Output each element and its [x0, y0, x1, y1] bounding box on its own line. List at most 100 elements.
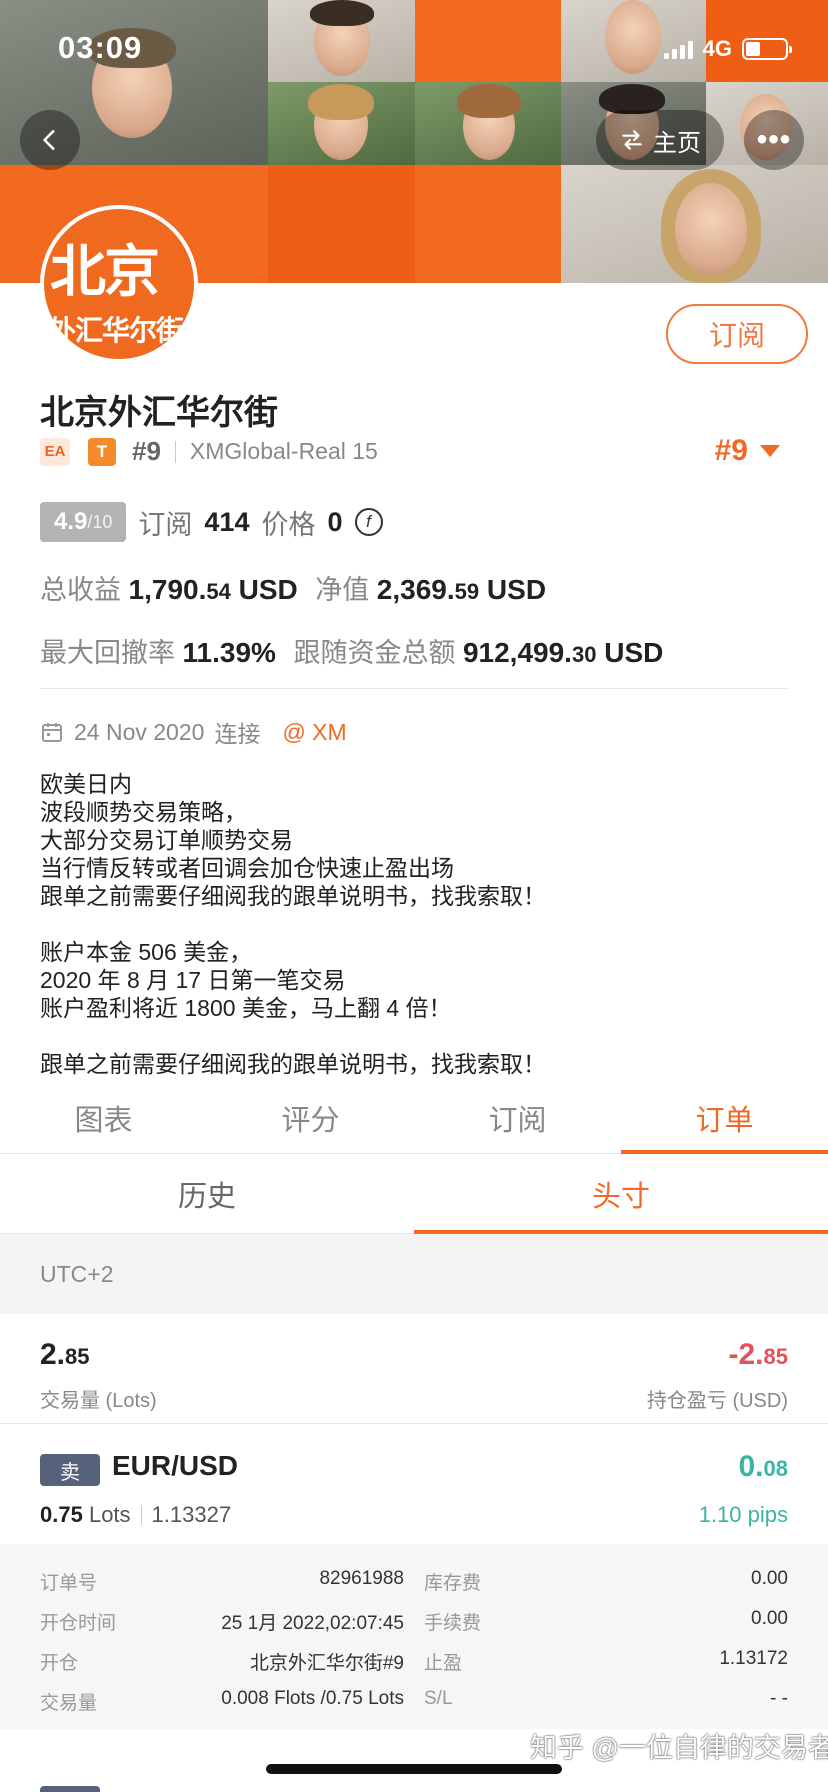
total-profit-label: 总收益 [40, 575, 121, 605]
detail-row: 开仓 北京外汇华尔街#9 止盈 1.13172 [40, 1640, 788, 1680]
description-line: 跟单之前需要仔细阅我的跟单说明书，找我索取！ [40, 1051, 546, 1077]
profile-name: 北京外汇华尔街 [40, 394, 278, 432]
description-line: 跟单之前需要仔细阅我的跟单说明书，找我索取！ [40, 883, 546, 909]
tab-positions[interactable]: 头寸 [414, 1154, 828, 1234]
divider [140, 1505, 142, 1525]
position-card[interactable]: 卖 EUR/USD 0.75 Lots 1.13327 0.08 1.10 pi… [0, 1424, 828, 1544]
total-profit-unit: USD [238, 574, 298, 605]
subscribe-count: 414 [204, 506, 250, 537]
equity-label: 净值 [315, 575, 370, 605]
rank-dropdown-label: #9 [714, 434, 748, 467]
total-volume-label: 交易量 (Lots) [40, 1390, 157, 1412]
detail-value: 北京外汇华尔街#9 [249, 1653, 404, 1674]
banner-photo [561, 165, 828, 283]
detail-value: 1.13172 [719, 1648, 788, 1669]
swap-icon [622, 130, 642, 150]
more-button[interactable]: ••• [744, 110, 804, 170]
follow-funds-decimal: 30 [571, 642, 597, 667]
avatar-text-large: 北京 [50, 240, 160, 303]
profit-row: 总收益 1,790.54 USD 净值 2,369.59 USD [40, 568, 556, 607]
rank-label: #9 [132, 436, 161, 466]
banner-photo [415, 82, 561, 165]
connection-date: 24 Nov 2020 [74, 718, 205, 745]
banner-photo [268, 82, 415, 165]
tab-chart[interactable]: 图表 [0, 1082, 207, 1153]
score-max: /10 [87, 511, 113, 532]
detail-key: 交易量 [40, 1693, 98, 1714]
drawdown-value: 11.39% [182, 637, 276, 668]
equity-value: 2,369.59 USD [377, 574, 546, 605]
detail-row: 交易量 0.008 Flots /0.75 Lots S/L - - [40, 1680, 788, 1720]
detail-key: 订单号 [40, 1573, 98, 1594]
detail-key: 开仓时间 [40, 1613, 117, 1634]
caret-down-icon [760, 445, 780, 457]
sell-badge: 卖 [40, 1454, 100, 1486]
rank-dropdown[interactable]: #9 [715, 434, 780, 468]
tab-history[interactable]: 历史 [0, 1154, 414, 1233]
score-value: 4.9 [54, 508, 88, 535]
position-profit-decimal: 08 [763, 1456, 788, 1481]
avatar: 北京 外汇华尔街 [40, 205, 198, 363]
detail-row: 订单号 82961988 库存费 0.00 [40, 1560, 788, 1600]
floating-pnl: -2.85 [729, 1338, 789, 1372]
follow-funds-main: 912,499. [462, 637, 572, 668]
server-name: XMGlobal-Real 15 [189, 438, 378, 464]
t-badge: T [88, 437, 116, 466]
banner-tile [268, 165, 415, 283]
equity-decimal: 59 [454, 579, 480, 604]
lots-unit: Lots [88, 1502, 131, 1527]
status-time: 03:09 [58, 30, 143, 65]
connection-label: 连接 [214, 721, 261, 747]
follow-funds-label: 跟随资金总额 [293, 638, 456, 668]
detail-value: 0.00 [751, 1568, 788, 1589]
home-button[interactable]: 主页 [596, 110, 724, 170]
price-label: 价格 [261, 509, 316, 540]
total-volume-main: 2. [40, 1338, 66, 1371]
detail-row: 开仓时间 25 1月 2022,02:07:45 手续费 0.00 [40, 1600, 788, 1640]
battery-icon [742, 38, 792, 60]
floating-pnl-main: -2. [728, 1338, 764, 1371]
subscribe-button[interactable]: 订阅 [666, 304, 808, 364]
drawdown-label: 最大回撤率 [40, 638, 175, 668]
tab-orders[interactable]: 订单 [621, 1082, 828, 1154]
follow-funds-unit: USD [604, 637, 664, 668]
price-value: 0 [327, 506, 343, 537]
profile-tags: EA T #9 XMGlobal-Real 15 [40, 436, 378, 467]
detail-key: 开仓 [40, 1653, 79, 1674]
signal-icon [663, 39, 693, 59]
network-type: 4G [702, 36, 732, 61]
banner-tile [415, 0, 561, 82]
watermark: 知乎 @一位自律的交易者 [530, 1733, 828, 1763]
position-details: 订单号 82961988 库存费 0.00 开仓时间 25 1月 2022,02… [0, 1544, 828, 1729]
status-indicators: 4G [663, 36, 792, 62]
more-icon: ••• [756, 123, 792, 156]
total-volume-decimal: 85 [65, 1344, 90, 1369]
detail-key: 手续费 [424, 1613, 482, 1634]
position-pips: 1.10 pips [698, 1502, 788, 1527]
detail-value: 25 1月 2022,02:07:45 [221, 1613, 404, 1634]
position-profit: 0.08 [738, 1450, 788, 1484]
floating-pnl-label: 持仓盈亏 (USD) [646, 1390, 788, 1412]
positions-summary: 2.85 交易量 (Lots) -2.85 持仓盈亏 (USD) [0, 1314, 828, 1424]
floating-pnl-decimal: 85 [763, 1344, 788, 1369]
open-price: 1.13327 [151, 1502, 232, 1527]
tab-subscription[interactable]: 订阅 [414, 1082, 621, 1153]
description-line: 2020 年 8 月 17 日第一笔交易 [40, 967, 346, 993]
back-button[interactable] [20, 110, 80, 170]
position-profit-main: 0. [738, 1450, 764, 1483]
drawdown-row: 最大回撤率 11.39% 跟随资金总额 912,499.30 USD [40, 631, 673, 670]
currency-icon: f [354, 508, 383, 536]
connection-row: 24 Nov 2020 连接 @ XM [40, 715, 347, 749]
lots-value: 0.75 [40, 1502, 83, 1527]
broker-link[interactable]: @ XM [282, 719, 346, 746]
calendar-icon [42, 723, 62, 742]
currency-pair: EUR/USD [112, 1450, 239, 1481]
home-indicator[interactable] [266, 1764, 562, 1774]
detail-value: - - [770, 1688, 788, 1709]
position-size: 0.75 Lots 1.13327 [40, 1502, 231, 1528]
detail-value: 0.00 [751, 1608, 788, 1629]
ea-badge: EA [40, 437, 70, 466]
detail-key: 库存费 [424, 1573, 482, 1594]
banner-tile [415, 165, 561, 283]
tab-rating[interactable]: 评分 [207, 1082, 414, 1153]
